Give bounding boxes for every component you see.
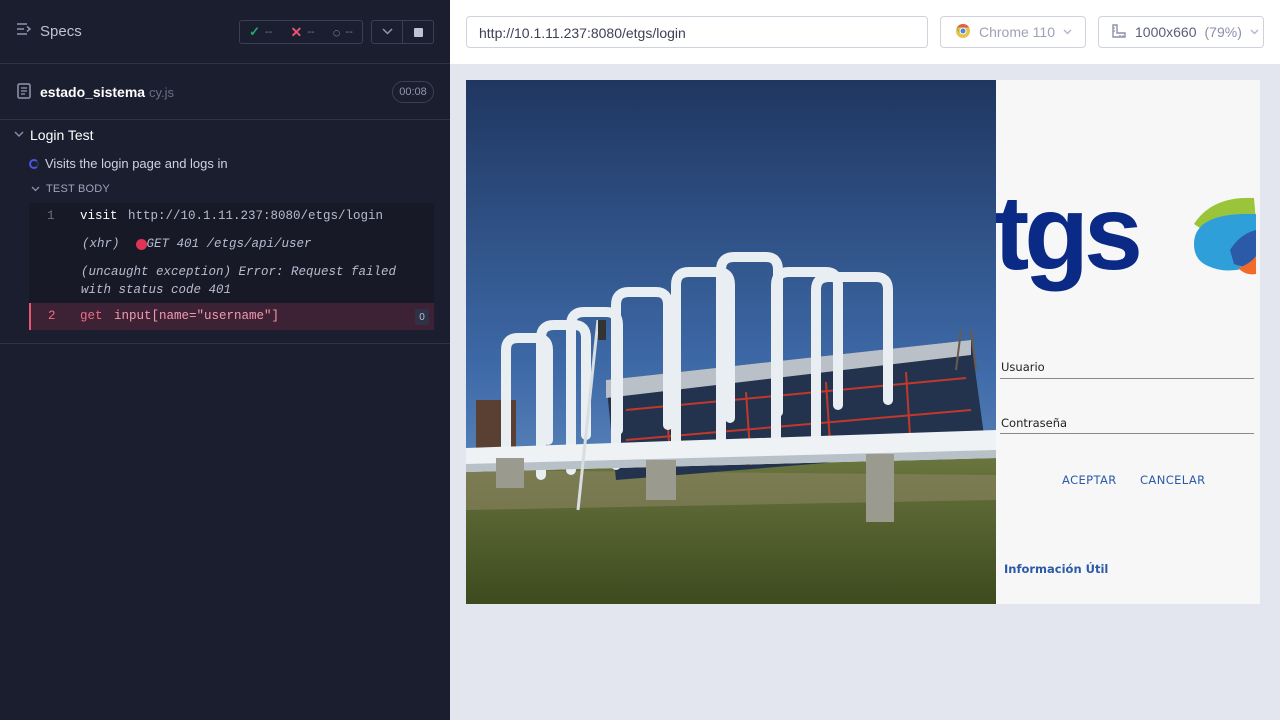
command-row[interactable]: 1 visit http://10.1.11.237:8080/etgs/log… — [29, 203, 434, 231]
command-message: input[name="username"] — [114, 309, 280, 323]
command-number: 1 — [47, 209, 55, 223]
cancel-button[interactable]: CANCELAR — [1140, 473, 1206, 487]
logo-text: tgs — [996, 184, 1139, 292]
exception-message: (uncaught exception) Error: Request fail… — [81, 265, 397, 297]
specs-button[interactable]: Specs — [16, 22, 82, 40]
spec-extension: cy.js — [148, 85, 174, 100]
chevron-down-icon — [381, 26, 393, 38]
login-panel: tgs Usuario Contraseña ACEPTAR CANCELAR … — [996, 80, 1260, 604]
pending-count: -- — [345, 26, 353, 38]
suite-label: Login Test — [30, 127, 94, 143]
specs-label: Specs — [40, 22, 82, 40]
passed-count: -- — [265, 26, 273, 38]
password-field[interactable] — [1000, 433, 1254, 434]
browser-selector[interactable]: Chrome 110 — [940, 16, 1086, 48]
xhr-prefix: (xhr) — [82, 237, 120, 251]
test-title[interactable]: Visits the login page and logs in — [29, 156, 228, 171]
etgs-logo: tgs — [996, 174, 1260, 299]
gas-plant-photo — [466, 80, 996, 604]
chevron-down-icon — [1063, 27, 1072, 38]
running-spinner-icon — [29, 158, 39, 169]
test-stats: ✓ -- ✕ -- ◌ -- — [239, 20, 363, 44]
failed-command-row[interactable]: 2 get input[name="username"] 0 — [29, 303, 434, 330]
stop-icon — [413, 27, 423, 37]
failed-stat: ✕ -- — [291, 24, 315, 41]
spinner-icon: ◌ — [332, 24, 341, 40]
url-bar[interactable]: http://10.1.11.237:8080/etgs/login — [466, 16, 928, 48]
xhr-message: GET 401 /etgs/api/user — [146, 237, 312, 251]
check-icon: ✓ — [249, 24, 260, 39]
reporter-panel: Specs ✓ -- ✕ -- ◌ -- estado_sistema cy.js 0… — [0, 0, 450, 720]
command-name: get — [80, 309, 103, 323]
spec-name: estado_sistema cy.js — [40, 84, 174, 100]
failed-count: -- — [307, 26, 315, 38]
viewport-size: 1000x660 — [1135, 24, 1197, 40]
username-label: Usuario — [1001, 360, 1045, 374]
failed-request-dot-icon — [135, 238, 147, 250]
run-controls — [371, 20, 434, 44]
test-body-header[interactable]: TEST BODY — [31, 183, 110, 195]
collapse-button[interactable] — [372, 21, 402, 43]
xhr-text: (xhr) GET 401 /etgs/api/user — [82, 237, 312, 251]
pending-stat: ◌ -- — [333, 25, 353, 40]
spec-row[interactable]: estado_sistema cy.js 00:08 — [0, 64, 450, 120]
viewport-selector[interactable]: 1000x660 (79%) — [1098, 16, 1264, 48]
chrome-icon — [955, 23, 971, 42]
specs-list-icon — [16, 22, 32, 40]
element-count-badge: 0 — [415, 309, 429, 325]
username-field[interactable] — [1000, 378, 1254, 379]
browser-label: Chrome 110 — [979, 24, 1056, 40]
document-icon — [17, 83, 31, 104]
reporter-header: Specs ✓ -- ✕ -- ◌ -- — [0, 0, 450, 64]
test-label: Visits the login page and logs in — [45, 156, 228, 171]
command-log: 1 visit http://10.1.11.237:8080/etgs/log… — [29, 203, 434, 330]
password-label: Contraseña — [1001, 416, 1068, 430]
app-frame: tgs Usuario Contraseña ACEPTAR CANCELAR … — [466, 80, 1260, 604]
ruler-icon — [1111, 23, 1127, 42]
spec-duration: 00:08 — [392, 81, 434, 103]
divider — [0, 343, 450, 344]
chevron-down-icon — [14, 130, 24, 141]
aut-panel: http://10.1.11.237:8080/etgs/login Chrom… — [450, 0, 1280, 720]
stop-button[interactable] — [402, 21, 433, 43]
command-name: visit — [80, 209, 118, 223]
accept-button[interactable]: ACEPTAR — [1062, 473, 1117, 487]
viewport-scale: (79%) — [1204, 24, 1242, 40]
xhr-row[interactable]: (xhr) GET 401 /etgs/api/user — [29, 231, 434, 257]
useful-info-link[interactable]: Información Útil — [1004, 562, 1108, 576]
cross-icon: ✕ — [290, 23, 303, 40]
aut-header: http://10.1.11.237:8080/etgs/login Chrom… — [450, 0, 1280, 64]
exception-row[interactable]: (uncaught exception) Error: Request fail… — [29, 257, 434, 303]
command-number: 2 — [48, 309, 56, 323]
command-message: http://10.1.11.237:8080/etgs/login — [128, 209, 384, 223]
test-body-label: TEST BODY — [46, 183, 110, 195]
chevron-down-icon — [1250, 27, 1259, 38]
spec-filename: estado_sistema — [40, 84, 146, 100]
suite-title[interactable]: Login Test — [14, 127, 94, 143]
chevron-down-icon — [31, 183, 40, 195]
passed-stat: ✓ -- — [249, 24, 272, 40]
